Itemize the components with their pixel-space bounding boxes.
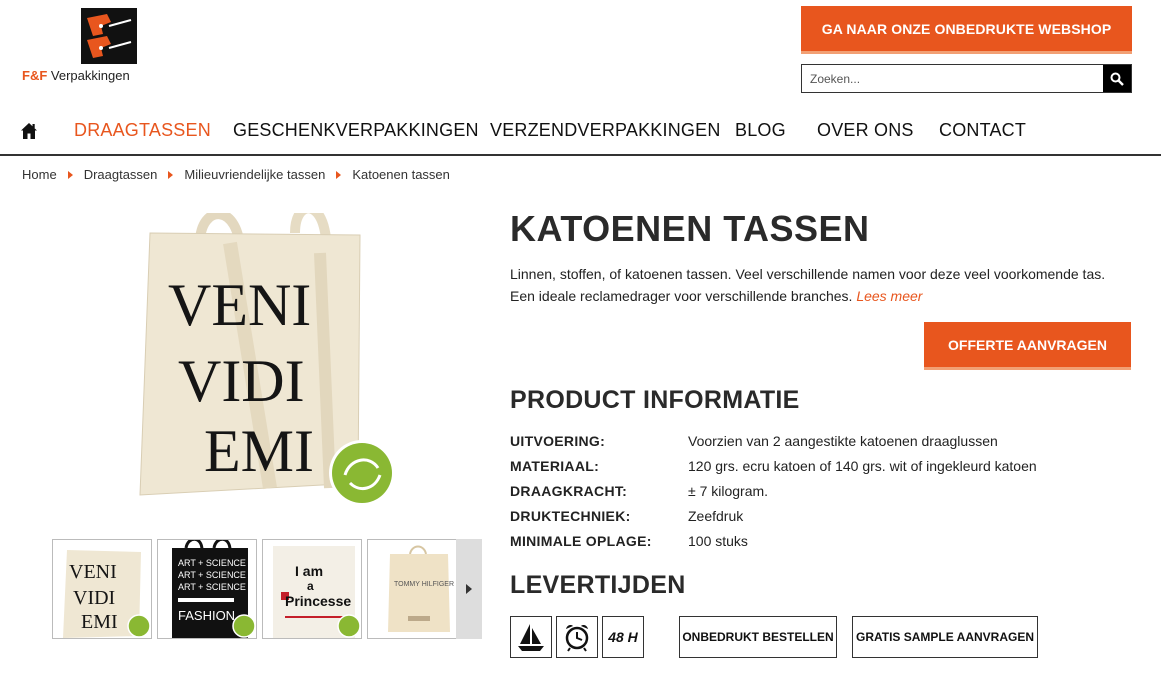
main-image-line-1: VENI	[168, 272, 311, 338]
ship-icon	[518, 624, 544, 651]
svg-text:VENI: VENI	[69, 561, 117, 583]
svg-text:ART + SCIENCE: ART + SCIENCE	[178, 570, 246, 580]
nav-draagtassen[interactable]: DRAAGTASSEN	[74, 120, 211, 141]
gratis-sample-button[interactable]: GRATIS SAMPLE AANVRAGEN	[852, 616, 1038, 658]
spec-value: Zeefdruk	[688, 508, 744, 524]
breadcrumb-separator-icon	[168, 170, 174, 179]
spec-value: Voorzien van 2 aangestikte katoenen draa…	[688, 433, 998, 449]
nav-blog[interactable]: BLOG	[735, 120, 786, 141]
svg-text:a: a	[307, 579, 314, 593]
thumbnail-2[interactable]: ART + SCIENCE ART + SCIENCE ART + SCIENC…	[157, 539, 257, 639]
levertijd-clock[interactable]	[556, 616, 598, 658]
nav-over-ons[interactable]: OVER ONS	[817, 120, 914, 141]
spec-row: DRUKTECHNIEK: Zeefdruk	[510, 508, 1130, 530]
nav-geschenkverpakkingen[interactable]: GESCHENKVERPAKKINGEN	[233, 120, 479, 141]
main-image-line-3: EMI	[204, 418, 314, 484]
thumbnail-1[interactable]: VENI VIDI EMI	[52, 539, 152, 639]
nav-verzendverpakkingen[interactable]: VERZENDVERPAKKINGEN	[490, 120, 721, 141]
thumbnail-next-button[interactable]	[456, 539, 482, 639]
read-more-link[interactable]: Lees meer	[856, 288, 922, 304]
levertijd-ship[interactable]	[510, 616, 552, 658]
page-title: KATOENEN TASSEN	[510, 208, 870, 249]
thumbnail-4[interactable]: TOMMY HILFIGER	[367, 539, 467, 639]
svg-text:Princesse: Princesse	[285, 593, 351, 609]
breadcrumb-separator-icon	[67, 170, 73, 179]
spec-row: DRAAGKRACHT: ± 7 kilogram.	[510, 483, 1130, 505]
webshop-button[interactable]: GA NAAR ONZE ONBEDRUKTE WEBSHOP	[801, 6, 1132, 54]
spec-label: MATERIAAL:	[510, 458, 600, 474]
breadcrumb-draagtassen[interactable]: Draagtassen	[84, 167, 158, 182]
spec-row: MATERIAAL: 120 grs. ecru katoen of 140 g…	[510, 458, 1130, 480]
offerte-button[interactable]: OFFERTE AANVRAGEN	[924, 322, 1131, 370]
spec-label: DRUKTECHNIEK:	[510, 508, 631, 524]
logo[interactable]: F&F Verpakkingen	[22, 8, 142, 88]
spec-label: DRAAGKRACHT:	[510, 483, 628, 499]
48h-icon: 48 H	[608, 629, 638, 645]
svg-text:TOMMY HILFIGER: TOMMY HILFIGER	[394, 581, 454, 588]
logo-text: F&F Verpakkingen	[22, 68, 130, 83]
spec-value: 120 grs. ecru katoen of 140 grs. wit of …	[688, 458, 1037, 474]
breadcrumb-separator-icon	[336, 170, 342, 179]
logo-mark	[81, 8, 137, 64]
svg-text:I am: I am	[295, 563, 323, 579]
spec-value: ± 7 kilogram.	[688, 483, 769, 499]
search-button[interactable]	[1103, 65, 1131, 92]
spec-value: 100 stuks	[688, 533, 748, 549]
svg-text:ART + SCIENCE: ART + SCIENCE	[178, 558, 246, 568]
svg-text:VIDI: VIDI	[73, 587, 115, 609]
breadcrumb: Home Draagtassen Milieuvriendelijke tass…	[22, 167, 450, 182]
svg-text:FASHION: FASHION	[178, 608, 235, 623]
product-main-image[interactable]: VENI VIDI EMI	[120, 203, 410, 513]
main-image-line-2: VIDI	[178, 348, 305, 414]
thumbnail-3[interactable]: I am a Princesse	[262, 539, 362, 639]
breadcrumb-current: Katoenen tassen	[352, 167, 450, 182]
nav-home[interactable]	[20, 122, 38, 140]
breadcrumb-milieuvriendelijk[interactable]: Milieuvriendelijke tassen	[184, 167, 325, 182]
levertijden-heading: LEVERTIJDEN	[510, 571, 686, 599]
product-info-heading: PRODUCT INFORMATIE	[510, 386, 800, 414]
home-icon	[21, 123, 37, 139]
search-input[interactable]	[802, 65, 1103, 92]
product-description: Linnen, stoffen, of katoenen tassen. Vee…	[510, 266, 1106, 304]
spec-label: MINIMALE OPLAGE:	[510, 533, 652, 549]
nav-contact[interactable]: CONTACT	[939, 120, 1026, 141]
levertijd-48h[interactable]: 48 H	[602, 616, 644, 658]
svg-text:ART + SCIENCE: ART + SCIENCE	[178, 582, 246, 592]
chevron-right-icon	[466, 584, 472, 594]
breadcrumb-home[interactable]: Home	[22, 167, 57, 182]
alarm-clock-icon	[565, 625, 589, 652]
spec-label: UITVOERING:	[510, 433, 606, 449]
spec-row: MINIMALE OPLAGE: 100 stuks	[510, 533, 1130, 555]
main-nav: DRAAGTASSEN GESCHENKVERPAKKINGEN VERZEND…	[0, 110, 1161, 156]
search-bar	[801, 64, 1132, 93]
svg-text:EMI: EMI	[81, 611, 118, 633]
onbedrukt-bestellen-button[interactable]: ONBEDRUKT BESTELLEN	[679, 616, 837, 658]
spec-row: UITVOERING: Voorzien van 2 aangestikte k…	[510, 433, 1130, 455]
search-icon	[1110, 72, 1124, 86]
